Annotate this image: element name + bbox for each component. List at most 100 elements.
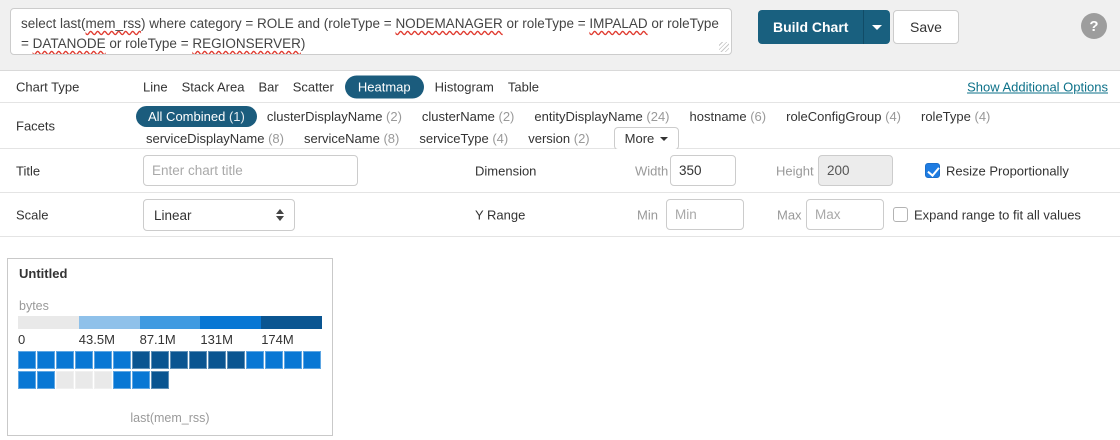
query-text-segment: or roleType = (106, 36, 193, 51)
chart-type-option[interactable]: Histogram (428, 75, 501, 98)
heatmap-cell (265, 351, 283, 369)
legend-color-segment (79, 316, 140, 329)
query-text-segment: NODEMANAGER (395, 16, 502, 31)
heatmap-cell (227, 351, 245, 369)
scale-row: Scale Linear Y Range Min Max Expand rang… (0, 193, 1120, 237)
facet-option[interactable]: hostname (6) (680, 107, 777, 126)
heatmap-cell (56, 351, 74, 369)
query-text-segment: ) (301, 36, 306, 51)
dimension-label: Dimension (475, 163, 536, 178)
heatmap-cell (246, 351, 264, 369)
legend-color-segment (200, 316, 261, 329)
heatmap-cell (151, 351, 169, 369)
build-chart-split-button: Build Chart (758, 10, 890, 44)
heatmap-cell (189, 351, 207, 369)
query-text-segment: or roleType = (503, 16, 590, 31)
heatmap-grid (18, 351, 321, 391)
legend-tick-label: 0 (18, 332, 25, 347)
legend-tick-label: 174M (261, 332, 294, 347)
chart-type-option[interactable]: Table (501, 75, 546, 98)
heatmap-legend-labels: 0 43.5M 87.1M 131M 174M (18, 332, 322, 348)
chart-type-option[interactable]: Line (136, 75, 175, 98)
heatmap-cell (94, 351, 112, 369)
chart-metric-caption: last(mem_rss) (8, 411, 332, 425)
legend-tick-label: 43.5M (79, 332, 115, 347)
query-text-segment: ) where category = ROLE and (roleType = (141, 16, 395, 31)
facets-row: Facets All Combined (1)clusterDisplayNam… (0, 103, 1120, 149)
chart-title-input[interactable] (143, 155, 358, 186)
scale-select[interactable]: Linear (143, 199, 295, 231)
min-label: Min (637, 207, 658, 222)
save-button[interactable]: Save (893, 10, 959, 44)
chart-type-option[interactable]: Stack Area (175, 75, 252, 98)
resize-grip-icon[interactable] (719, 42, 729, 52)
chart-type-label: Chart Type (16, 79, 79, 94)
heatmap-cell (113, 371, 131, 389)
facet-option[interactable]: clusterName (2) (412, 107, 524, 126)
facet-option[interactable]: clusterDisplayName (2) (257, 107, 412, 126)
heatmap-cell (170, 351, 188, 369)
facet-option[interactable]: roleConfigGroup (4) (776, 107, 911, 126)
chart-unit-label: bytes (19, 299, 49, 313)
chart-type-options: LineStack AreaBarScatterHeatmapHistogram… (136, 75, 546, 98)
legend-tick-label: 131M (200, 332, 233, 347)
width-input[interactable] (670, 155, 736, 186)
build-chart-button[interactable]: Build Chart (758, 10, 863, 44)
help-icon[interactable]: ? (1081, 13, 1107, 39)
facet-options: All Combined (1)clusterDisplayName (2)cl… (136, 106, 1000, 150)
y-max-input[interactable] (806, 199, 884, 230)
query-text-segment: mem_rss (86, 16, 142, 31)
query-input[interactable]: select last(mem_rss) where category = RO… (10, 8, 732, 55)
chart-type-option[interactable]: Heatmap (345, 75, 424, 98)
expand-range-label: Expand range to fit all values (914, 207, 1081, 222)
legend-color-segment (140, 316, 201, 329)
legend-color-segment (261, 316, 322, 329)
heatmap-cell (18, 351, 36, 369)
heatmap-cell (37, 351, 55, 369)
width-label: Width (635, 163, 668, 178)
chart-type-option[interactable]: Scatter (286, 75, 341, 98)
expand-range-checkbox[interactable] (893, 207, 908, 222)
chevron-down-icon (872, 25, 882, 30)
heatmap-cell (132, 371, 150, 389)
scale-label: Scale (16, 207, 49, 222)
query-section: select last(mem_rss) where category = RO… (0, 0, 1120, 71)
scale-select-value: Linear (154, 208, 192, 223)
legend-color-segment (18, 316, 79, 329)
heatmap-cell (303, 351, 321, 369)
chart-builder-page: select last(mem_rss) where category = RO… (0, 0, 1120, 440)
chart-type-option[interactable]: Bar (251, 75, 285, 98)
build-chart-dropdown-button[interactable] (863, 10, 890, 44)
facet-option[interactable]: version (2) (518, 129, 599, 148)
y-min-input[interactable] (666, 199, 744, 230)
facet-option[interactable]: entityDisplayName (24) (524, 107, 679, 126)
heatmap-legend (18, 316, 322, 329)
select-arrows-icon (276, 209, 284, 221)
chart-type-row: Chart Type LineStack AreaBarScatterHeatm… (0, 71, 1120, 103)
facet-option[interactable]: serviceDisplayName (8) (136, 129, 294, 148)
resize-proportionally-label: Resize Proportionally (946, 163, 1069, 178)
more-facets-button[interactable]: More (614, 127, 680, 150)
max-label: Max (777, 207, 802, 222)
facet-option[interactable]: All Combined (1) (136, 106, 257, 127)
y-range-label: Y Range (475, 207, 525, 222)
facet-option[interactable]: serviceName (8) (294, 129, 409, 148)
heatmap-cell (75, 351, 93, 369)
chart-title: Untitled (19, 266, 67, 281)
height-input[interactable] (818, 155, 893, 186)
query-text-segment: DATANODE (33, 36, 106, 51)
heatmap-cell (208, 351, 226, 369)
heatmap-cell (56, 371, 74, 389)
show-additional-options-link[interactable]: Show Additional Options (967, 79, 1108, 94)
facet-option[interactable]: roleType (4) (911, 107, 1000, 126)
height-label: Height (776, 163, 814, 178)
legend-tick-label: 87.1M (140, 332, 176, 347)
heatmap-cell (132, 351, 150, 369)
query-text-segment: REGIONSERVER (192, 36, 301, 51)
facet-option[interactable]: serviceType (4) (409, 129, 518, 148)
title-row: Title Dimension Width Height Resize Prop… (0, 149, 1120, 193)
resize-proportionally-checkbox[interactable] (925, 163, 940, 178)
heatmap-cell (18, 371, 36, 389)
query-text-segment: IMPALAD (589, 16, 647, 31)
heatmap-cell (94, 371, 112, 389)
